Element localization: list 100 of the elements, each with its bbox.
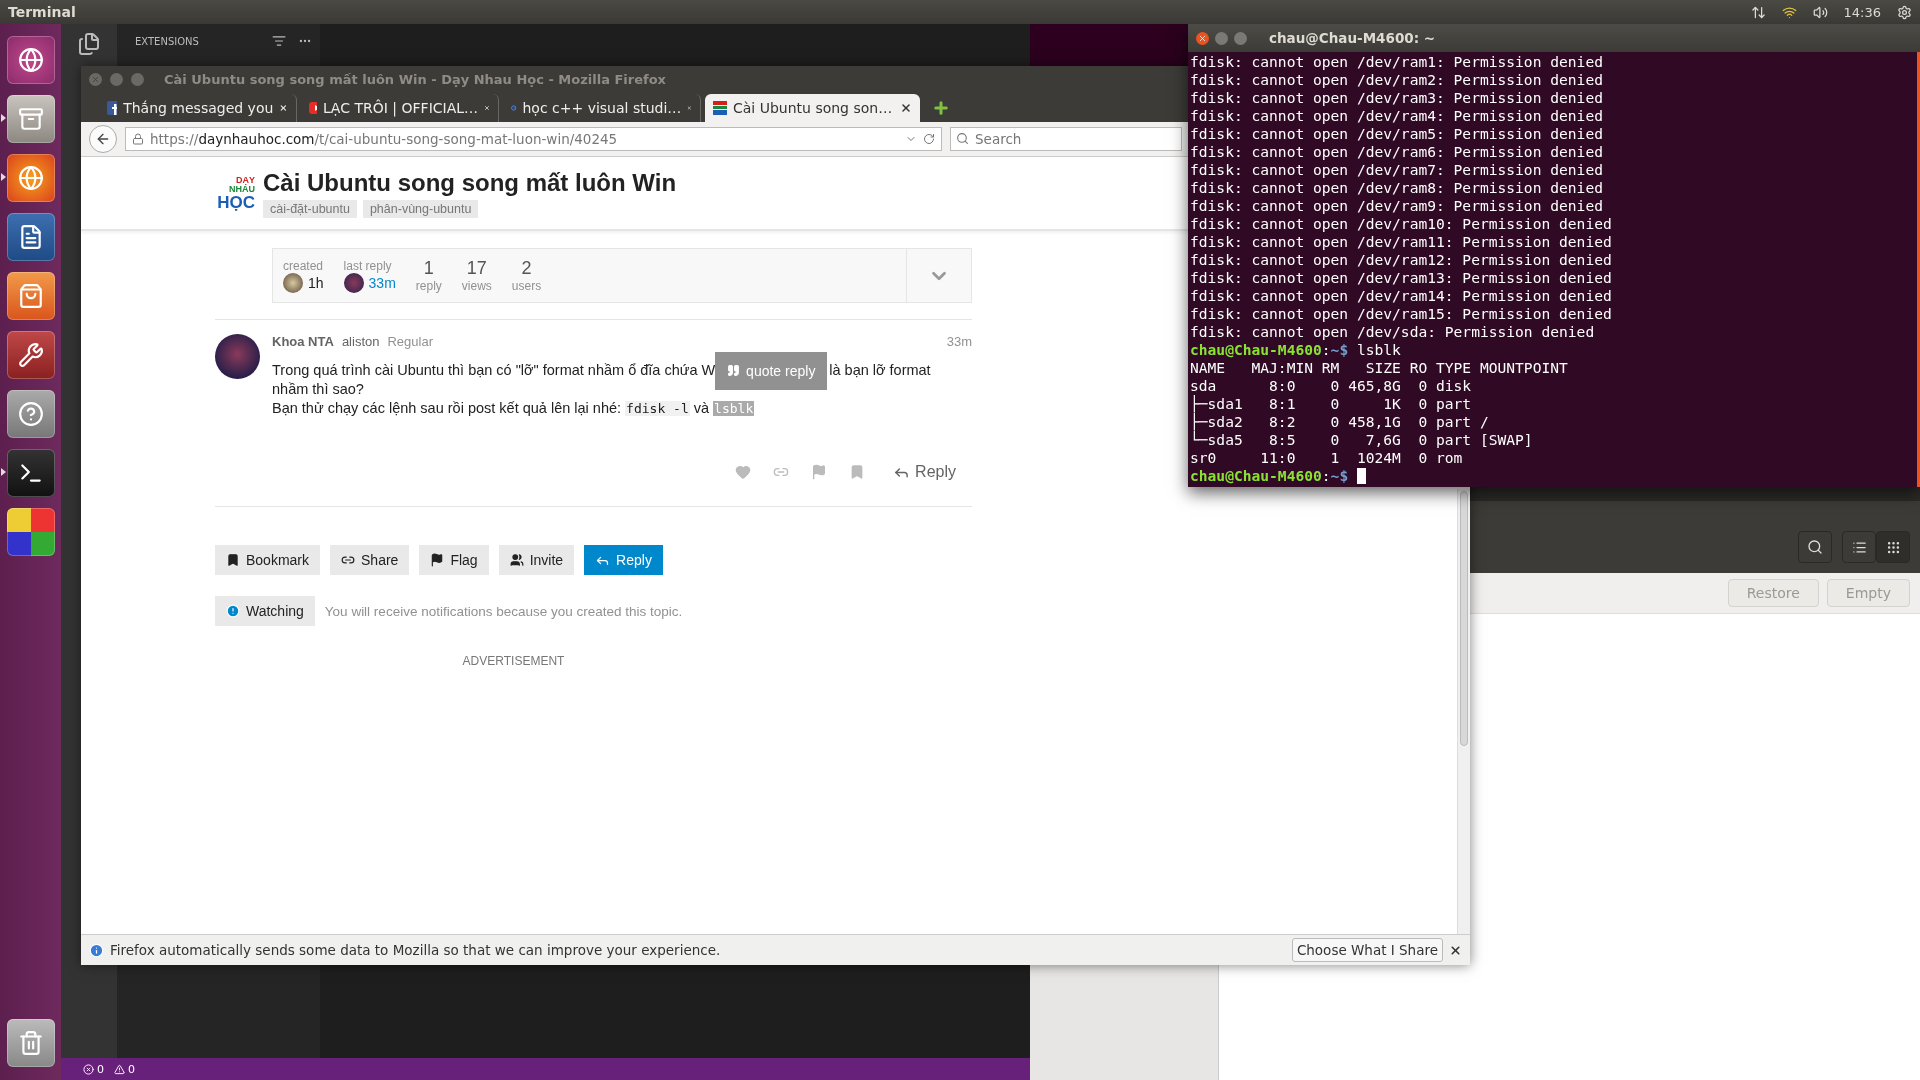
trash-icon[interactable] bbox=[6, 1018, 55, 1067]
clock[interactable]: 14:36 bbox=[1843, 4, 1881, 20]
files-icon[interactable] bbox=[77, 32, 101, 56]
user-title: Regular bbox=[387, 334, 433, 349]
prompt-line: chau@Chau-M4600:~$ lsblk bbox=[1190, 341, 1402, 359]
terminal-line: └─sda5 8:5 0 7,6G 0 part [SWAP] bbox=[1190, 431, 1534, 449]
sidebar-title: EXTENSIONS bbox=[135, 35, 200, 47]
back-button[interactable] bbox=[89, 125, 117, 153]
bookmark-button[interactable]: Bookmark bbox=[215, 545, 321, 575]
close-button[interactable] bbox=[1196, 31, 1209, 45]
invite-button[interactable]: Invite bbox=[498, 545, 575, 575]
terminal-line: fdisk: cannot open /dev/ram6: Permission denied bbox=[1190, 143, 1604, 161]
terminal-line: ├─sda2 8:2 0 458,1G 0 part / bbox=[1190, 413, 1490, 431]
topic-title[interactable]: Cài Ubuntu song song mất luôn Win bbox=[263, 168, 677, 197]
notification-message: Firefox automatically sends some data to Mozilla so that we can improve your experience. bbox=[110, 942, 722, 958]
bookmark-icon bbox=[226, 553, 240, 567]
volume-icon[interactable] bbox=[1812, 4, 1828, 20]
post-text: là bạn lỡ format bbox=[829, 361, 931, 380]
alert-icon bbox=[226, 604, 240, 618]
post-text: Bạn thử chạy các lệnh sau rồi post kết quả lên lại nhé: fdisk -l và lsblk bbox=[272, 399, 756, 418]
error-count[interactable]: 0 bbox=[83, 1062, 104, 1076]
stat-label: users bbox=[511, 279, 542, 293]
terminal-line: NAME MAJ:MIN RM SIZE RO TYPE MOUNTPOINT bbox=[1190, 359, 1569, 377]
avatar bbox=[343, 272, 364, 293]
last-reply-time[interactable]: 33m bbox=[368, 274, 396, 291]
search-field[interactable]: Search bbox=[950, 127, 1182, 151]
post-text: Trong quá trình cài Ubuntu thì bạn có "lỡ" format nhầm ổ đĩa chứa W bbox=[272, 361, 716, 380]
stat-value: 2 bbox=[521, 258, 532, 279]
avatar bbox=[283, 272, 303, 293]
prompt-line: chau@Chau-M4600:~$ bbox=[1190, 467, 1915, 485]
scrollbar[interactable] bbox=[1457, 489, 1470, 934]
close-tab-icon[interactable] bbox=[279, 102, 288, 114]
link-icon bbox=[341, 553, 356, 567]
new-tab-icon[interactable] bbox=[932, 99, 950, 117]
close-icon bbox=[1198, 33, 1207, 43]
f-logo-icon bbox=[107, 101, 118, 115]
watching-button[interactable]: Watching bbox=[215, 596, 315, 626]
flag-button[interactable]: Flag bbox=[419, 545, 489, 575]
share-button[interactable]: Share bbox=[330, 545, 410, 575]
back-arrow-icon bbox=[95, 131, 111, 147]
reload-icon[interactable] bbox=[923, 133, 935, 145]
grid-view-button[interactable] bbox=[1876, 531, 1910, 563]
list-icon bbox=[1851, 539, 1867, 555]
terminal-line: fdisk: cannot open /dev/ram11: Permission denied bbox=[1190, 233, 1613, 251]
warning-count[interactable]: 0 bbox=[114, 1062, 135, 1076]
shopping-bag-icon[interactable] bbox=[6, 271, 55, 320]
play-logo-icon bbox=[309, 102, 317, 114]
username: aliston bbox=[341, 334, 380, 349]
topic-tag[interactable]: cài-đặt-ubuntu bbox=[263, 199, 357, 218]
quote-icon bbox=[727, 364, 741, 377]
info-icon bbox=[89, 942, 104, 958]
reply-button[interactable]: Reply bbox=[584, 545, 663, 575]
terminal-icon[interactable] bbox=[6, 448, 55, 497]
signal-icon[interactable] bbox=[1781, 4, 1797, 20]
wrench-icon[interactable] bbox=[6, 330, 55, 379]
notification-text: You will receive notifications because you created this topic. bbox=[324, 603, 683, 619]
terminal-line: fdisk: cannot open /dev/ram14: Permission denied bbox=[1190, 287, 1613, 305]
maximize-button[interactable] bbox=[1234, 31, 1247, 45]
file-cabinet-icon[interactable] bbox=[6, 94, 55, 143]
terminal-line: ├─sda1 8:1 0 1K 0 part bbox=[1190, 395, 1473, 413]
document-icon[interactable] bbox=[6, 212, 55, 261]
error-icon bbox=[83, 1063, 94, 1075]
close-tab-icon[interactable] bbox=[900, 102, 912, 114]
avatar[interactable] bbox=[215, 334, 260, 379]
search-icon bbox=[956, 132, 969, 145]
terminal-line: fdisk: cannot open /dev/ram8: Permission denied bbox=[1190, 179, 1604, 197]
terminal-line: fdisk: cannot open /dev/ram3: Permission denied bbox=[1190, 89, 1604, 107]
stat-label: views bbox=[461, 279, 492, 293]
close-icon bbox=[91, 74, 100, 84]
grid-icon bbox=[1885, 539, 1901, 555]
terminal-line: fdisk: cannot open /dev/ram10: Permission denied bbox=[1190, 215, 1613, 233]
settings-icon[interactable] bbox=[1897, 4, 1912, 20]
window-title: Cài Ubuntu song song mất luôn Win - Dạy Nhau Học - Mozilla Firefox bbox=[164, 71, 666, 87]
globe-icon[interactable] bbox=[6, 153, 55, 202]
minimize-button[interactable] bbox=[1215, 31, 1228, 45]
terminal-line: fdisk: cannot open /dev/ram12: Permission denied bbox=[1190, 251, 1613, 269]
author-name[interactable]: Khoa NTA bbox=[272, 334, 334, 349]
flag-icon bbox=[430, 553, 445, 567]
workspaces-icon[interactable] bbox=[6, 507, 55, 556]
help-icon[interactable] bbox=[6, 389, 55, 438]
search-button[interactable] bbox=[1798, 531, 1832, 563]
warning-icon bbox=[114, 1063, 125, 1075]
topic-tag[interactable]: phân-vùng-ubuntu bbox=[362, 199, 479, 218]
filter-icon[interactable] bbox=[272, 34, 286, 48]
last-reply-label: last reply bbox=[343, 258, 392, 273]
terminal-line: sr0 11:0 1 1024M 0 rom bbox=[1190, 449, 1464, 467]
lock-icon bbox=[132, 133, 144, 145]
advertisement-label: ADVERTISEMENT bbox=[462, 654, 565, 668]
terminal-line: fdisk: cannot open /dev/ram1: Permission denied bbox=[1190, 53, 1604, 71]
site-logo-icon bbox=[713, 101, 727, 115]
post-text: nhầm thì sao? bbox=[272, 380, 365, 399]
choose-button[interactable]: Choose What I Share bbox=[1291, 938, 1443, 962]
reply-button[interactable]: Reply bbox=[887, 462, 962, 482]
close-icon[interactable] bbox=[1449, 943, 1462, 957]
browser-tab[interactable]: Cài Ubuntu song son… bbox=[705, 94, 920, 122]
terminal-line: fdisk: cannot open /dev/ram7: Permission denied bbox=[1190, 161, 1604, 179]
created-time: 1h bbox=[308, 274, 324, 291]
list-view-button[interactable] bbox=[1842, 531, 1876, 563]
network-icon[interactable] bbox=[1750, 4, 1766, 20]
terminal-line: fdisk: cannot open /dev/ram9: Permission denied bbox=[1190, 197, 1604, 215]
